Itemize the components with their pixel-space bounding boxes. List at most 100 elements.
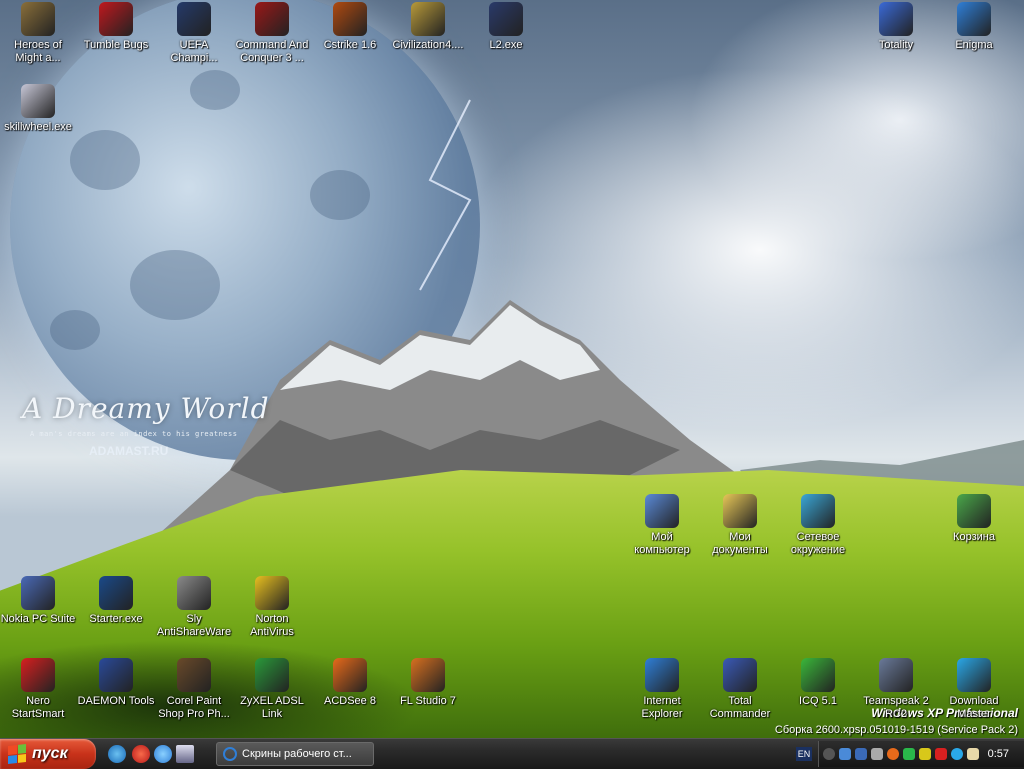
desktop-icon-label: Корзина <box>953 531 995 543</box>
ie-icon <box>645 658 679 692</box>
desktop-icon-label: Total Commander <box>709 695 771 720</box>
language-indicator[interactable]: EN <box>796 747 812 761</box>
desktop-icon[interactable]: Totality <box>857 2 935 52</box>
desktop-icon-label: Totality <box>878 39 914 51</box>
desktop-icon[interactable]: Sly AntiShareWare <box>155 576 233 639</box>
start-button[interactable]: пуск <box>0 739 96 769</box>
desktop-icon-label: UEFA Champi... <box>170 39 218 64</box>
tray-network-icon[interactable] <box>839 748 851 760</box>
desktop-icon[interactable]: ZyXEL ADSL Link <box>233 658 311 721</box>
desktop-icon-label: Civilization4.... <box>392 39 464 51</box>
desktop-icon-label: Enigma <box>955 39 993 51</box>
tray-balloon-icon[interactable] <box>967 748 979 760</box>
taskbar-window-button[interactable]: Скрины рабочего ст... <box>216 742 374 766</box>
tray-shield-icon[interactable] <box>935 748 947 760</box>
quicklaunch-ie-icon[interactable] <box>154 745 172 763</box>
desktop-icon[interactable]: Мой компьютер <box>623 494 701 557</box>
recycle-bin-icon <box>957 494 991 528</box>
desktop-icon-label: Tumble Bugs <box>83 39 149 51</box>
desktop-icon[interactable]: DAEMON Tools <box>77 658 155 708</box>
windows-flag-icon <box>8 744 26 764</box>
teamspeak-icon <box>879 658 913 692</box>
tray-icq-icon[interactable] <box>903 748 915 760</box>
desktop-icon-label: ZyXEL ADSL Link <box>240 695 304 720</box>
floppy-icon <box>723 658 757 692</box>
desktop-icon[interactable]: ICQ 5.1 <box>779 658 857 708</box>
tray-app-icon[interactable] <box>887 748 899 760</box>
desktop-icon-label: ICQ 5.1 <box>799 695 837 707</box>
desktop-icon[interactable]: Corel Paint Shop Pro Ph... <box>155 658 233 721</box>
football-icon <box>177 2 211 36</box>
civ-icon <box>411 2 445 36</box>
desktop-icon-label: Сетевое окружение <box>790 531 846 556</box>
lineage-icon <box>489 2 523 36</box>
desktop-icon-label: Corel Paint Shop Pro Ph... <box>158 695 230 720</box>
desktop-icon[interactable]: Heroes of Might a... <box>0 2 77 65</box>
desktop-icon[interactable]: Cstrike 1.6 <box>311 2 389 52</box>
daemon-icon <box>99 658 133 692</box>
corel-icon <box>177 658 211 692</box>
desktop-icon-label: Teamspeak 2 RC2 <box>863 695 929 720</box>
nero-icon <box>21 658 55 692</box>
desktop-icon[interactable]: Civilization4.... <box>389 2 467 52</box>
desktop-icon[interactable]: Norton AntiVirus <box>233 576 311 639</box>
bug-icon <box>99 2 133 36</box>
desktop-icon[interactable]: Nero StartSmart <box>0 658 77 721</box>
tray-norton-icon[interactable] <box>919 748 931 760</box>
desktop-icon-label: Мои документы <box>712 531 768 556</box>
desktop-icon-label: Norton AntiVirus <box>250 613 294 638</box>
fl-studio-icon <box>411 658 445 692</box>
wallpaper-title: A Dreamy World <box>22 392 270 425</box>
tray-download-icon[interactable] <box>951 748 963 760</box>
taskbar-window-title: Скрины рабочего ст... <box>242 748 352 760</box>
clock[interactable]: 0:57 <box>988 748 1009 760</box>
cnc-icon <box>255 2 289 36</box>
desktop-icon[interactable]: Nokia PC Suite <box>0 576 77 626</box>
tray-arrow-icon[interactable] <box>823 748 835 760</box>
desktop-icon[interactable]: Command And Conquer 3 ... <box>233 2 311 65</box>
text-doc-icon <box>879 2 913 36</box>
wallpaper-site: ADAMAST.RU <box>89 444 169 458</box>
desktop-icon[interactable]: Starter.exe <box>77 576 155 626</box>
desktop-icon[interactable]: FL Studio 7 <box>389 658 467 708</box>
ie-icon <box>957 2 991 36</box>
desktop-icon[interactable]: skillwheel.exe <box>0 84 77 134</box>
sly-icon <box>177 576 211 610</box>
wallpaper-subtitle: A man's dreams are an index to his great… <box>30 430 238 438</box>
desktop-icon[interactable]: Сетевое окружение <box>779 494 857 557</box>
desktop-icon[interactable]: Teamspeak 2 RC2 <box>857 658 935 721</box>
nokia-icon <box>21 576 55 610</box>
desktop-icon-label: Sly AntiShareWare <box>156 613 232 638</box>
desktop-icon-label: Cstrike 1.6 <box>323 39 377 51</box>
desktop-icon-label: Command And Conquer 3 ... <box>235 39 309 64</box>
acdsee-icon <box>333 658 367 692</box>
desktop-icon-label: DAEMON Tools <box>77 695 155 707</box>
desktop-icon-label: Starter.exe <box>89 613 143 625</box>
desktop-icon[interactable]: L2.exe <box>467 2 545 52</box>
download-icon <box>957 658 991 692</box>
desktop-icon[interactable]: UEFA Champi... <box>155 2 233 65</box>
desktop-icon[interactable]: Enigma <box>935 2 1013 52</box>
desktop-icon[interactable]: ACDSee 8 <box>311 658 389 708</box>
halflife-icon <box>333 2 367 36</box>
zyxel-icon <box>255 658 289 692</box>
quicklaunch-opera-icon[interactable] <box>132 745 150 763</box>
tray-monitor-icon[interactable] <box>855 748 867 760</box>
desktop-icon-label: Heroes of Might a... <box>14 39 62 64</box>
lightning-icon <box>99 576 133 610</box>
griffin-icon <box>21 2 55 36</box>
desktop-icon[interactable]: Download Master <box>935 658 1013 721</box>
desktop-icon[interactable]: Internet Explorer <box>623 658 701 721</box>
start-label: пуск <box>32 745 68 762</box>
tray-speaker-icon[interactable] <box>871 748 883 760</box>
quicklaunch-globe-icon[interactable] <box>108 745 126 763</box>
desktop-icon[interactable]: Total Commander <box>701 658 779 721</box>
icq-icon <box>801 658 835 692</box>
desktop-icon[interactable]: Tumble Bugs <box>77 2 155 52</box>
norton-icon <box>255 576 289 610</box>
system-tray: 0:57 <box>818 741 1024 767</box>
desktop-icon-label: Nokia PC Suite <box>0 613 76 625</box>
desktop-icon[interactable]: Мои документы <box>701 494 779 557</box>
quicklaunch-show-desktop-icon[interactable] <box>176 745 194 763</box>
desktop-icon[interactable]: Корзина <box>935 494 1013 544</box>
